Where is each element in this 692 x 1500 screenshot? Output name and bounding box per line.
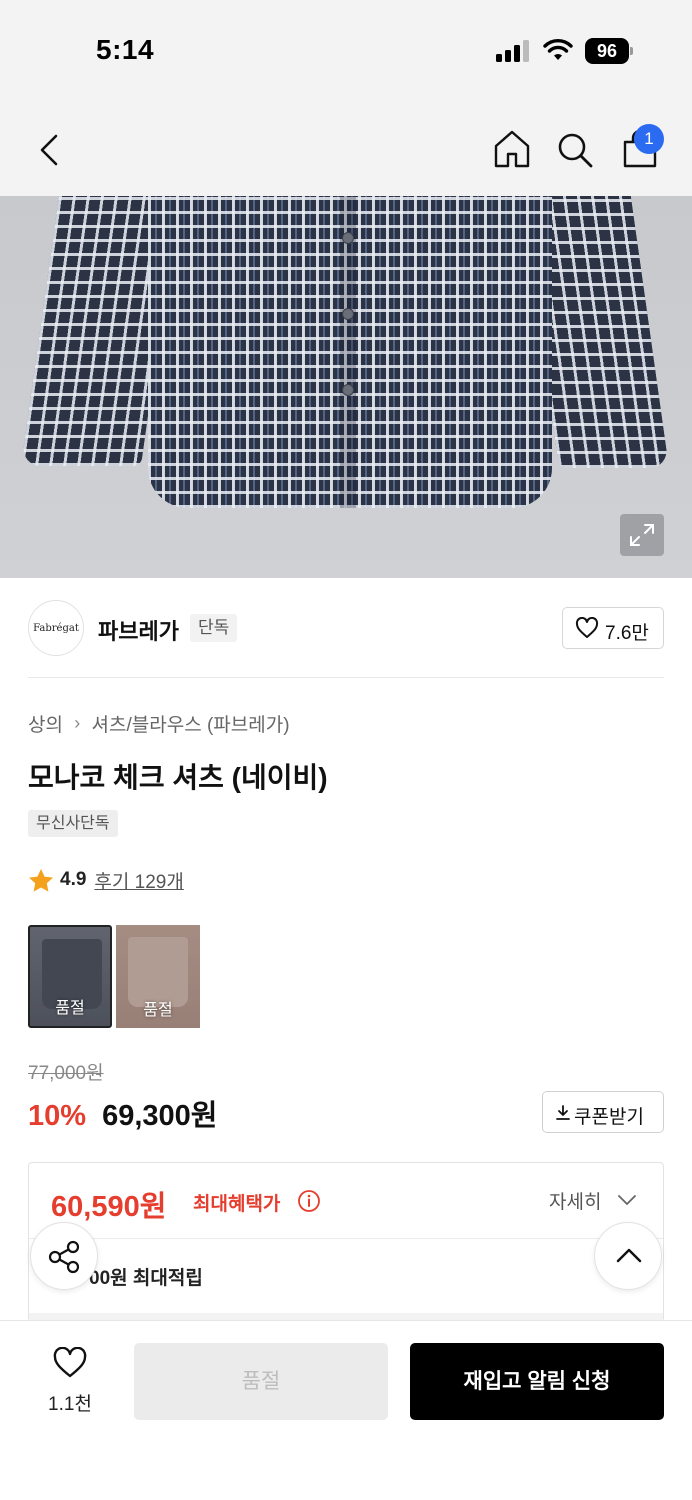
cart-count-badge: 1	[634, 124, 664, 154]
scroll-to-top-button[interactable]	[594, 1222, 662, 1290]
expand-image-button[interactable]	[620, 514, 664, 556]
price-row: 10% 69,300원	[28, 1092, 218, 1134]
rating-row: 4.9 후기 129개	[28, 866, 184, 894]
wishlist-count: 1.1천	[48, 1394, 92, 1415]
breadcrumb-category[interactable]: 상의	[28, 710, 63, 737]
brand-like-button[interactable]: 7.6만	[562, 607, 664, 649]
status-time: 5:14	[96, 34, 155, 65]
coupon-button[interactable]: 쿠폰받기	[542, 1091, 664, 1133]
discount-rate: 10%	[28, 1100, 87, 1132]
soldout-button: 품절	[134, 1343, 388, 1420]
brand-like-count: 7.6만	[605, 623, 649, 644]
expand-icon	[630, 524, 654, 546]
coupon-label: 쿠폰받기	[574, 1107, 644, 1128]
breadcrumb-subcategory[interactable]: 셔츠/블라우스 (파브레가)	[92, 710, 290, 737]
shirt-photo	[21, 196, 670, 526]
battery-icon: 96	[585, 38, 633, 64]
status-bar: 5:14 96	[0, 0, 692, 100]
breadcrumb: 상의 › 셔츠/블라우스 (파브레가)	[28, 710, 290, 737]
max-benefit-price: 60,590원	[51, 1191, 167, 1223]
wifi-icon	[543, 39, 573, 60]
chevron-up-icon	[616, 1248, 642, 1263]
info-icon[interactable]	[297, 1189, 321, 1213]
brand-name[interactable]: 파브레가	[98, 614, 179, 646]
download-icon	[556, 1105, 570, 1120]
max-benefit-label: 최대혜택가	[193, 1194, 281, 1215]
rating-score: 4.9	[60, 869, 87, 890]
restock-alert-button[interactable]: 재입고 알림 신청	[410, 1343, 664, 1420]
swatch-soldout-label: 품절	[143, 1002, 173, 1019]
exclusive-badge: 무신사단독	[28, 810, 118, 837]
signal-icon	[496, 40, 529, 62]
product-title: 모나코 체크 셔츠 (네이비)	[28, 762, 328, 793]
color-swatch-pink[interactable]: 품절	[116, 925, 200, 1028]
nav-bar	[0, 100, 692, 196]
search-icon[interactable]	[556, 130, 594, 170]
swatch-soldout-label: 품절	[55, 1000, 85, 1017]
sale-price: 69,300원	[102, 1100, 218, 1132]
battery-level: 96	[585, 38, 629, 64]
chevron-down-icon[interactable]	[617, 1193, 637, 1207]
brand-exclusive-tag: 단독	[190, 614, 238, 642]
heart-icon	[575, 617, 599, 638]
share-icon	[48, 1240, 80, 1274]
heart-icon	[53, 1347, 87, 1378]
divider	[28, 677, 664, 678]
chevron-right-icon: ›	[74, 713, 81, 733]
bottom-action-bar: 1.1천 품절 재입고 알림 신청	[0, 1320, 692, 1500]
brand-logo[interactable]: Fabrégat	[28, 600, 84, 656]
share-button[interactable]	[30, 1222, 98, 1290]
star-icon	[29, 868, 53, 892]
review-link[interactable]: 후기 129개	[94, 867, 183, 894]
divider	[29, 1238, 663, 1239]
wishlist-button[interactable]: 1.1천	[38, 1343, 102, 1423]
max-benefit-card: 60,590원 최대혜택가 자세히 00원 최대적립	[28, 1162, 664, 1323]
detail-toggle[interactable]: 자세히	[549, 1187, 601, 1214]
product-image[interactable]	[0, 196, 692, 578]
original-price: 77,000원	[28, 1063, 104, 1084]
back-arrow-icon[interactable]	[30, 128, 70, 172]
home-icon[interactable]	[492, 128, 532, 170]
max-points-text: 00원 최대적립	[89, 1268, 203, 1289]
color-swatch-navy[interactable]: 품절	[28, 925, 112, 1028]
